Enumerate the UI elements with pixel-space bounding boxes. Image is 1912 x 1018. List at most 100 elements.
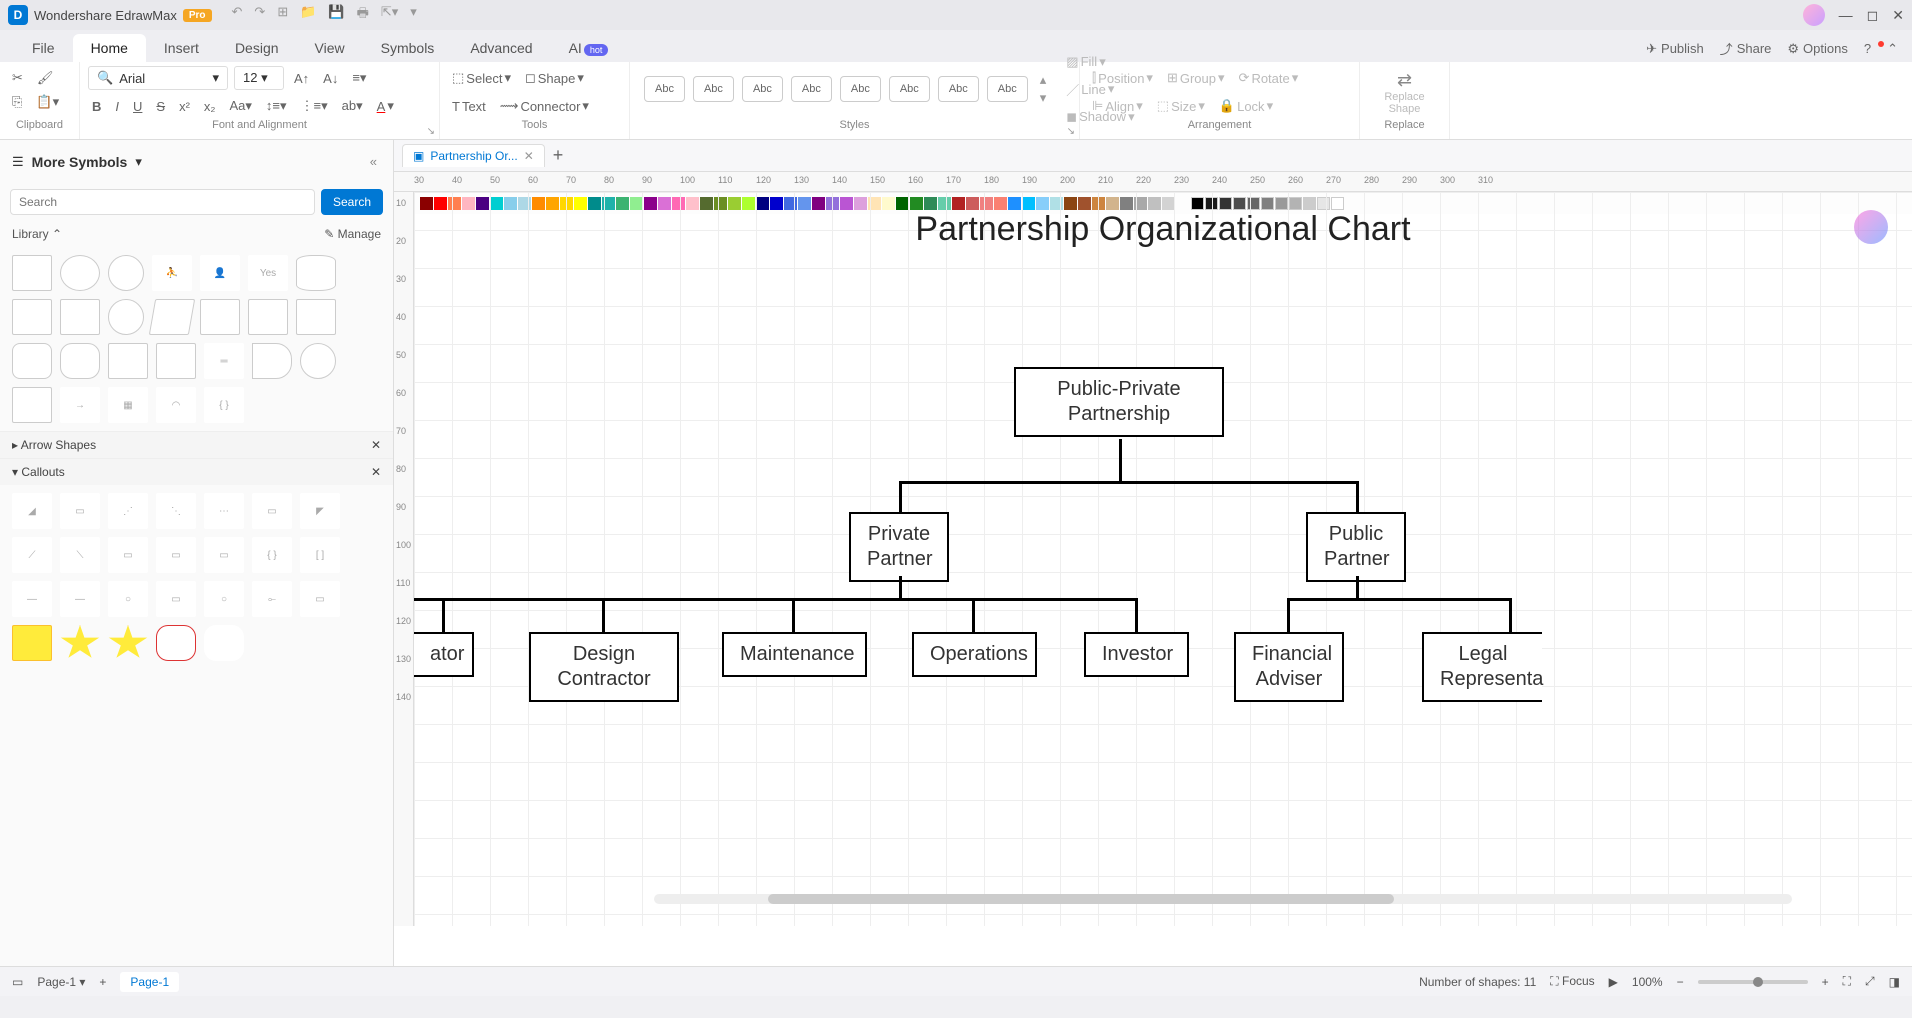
canvas[interactable]: Partnership Organizational Chart Public-… <box>414 192 1912 926</box>
replace-shape-button[interactable]: Replace Shape <box>1368 91 1441 115</box>
new-icon[interactable]: ⊞ <box>277 4 288 26</box>
callout-5[interactable]: ⋯ <box>204 493 244 529</box>
replace-shape-icon[interactable]: ⇄ <box>1368 70 1441 91</box>
cut-button[interactable]: ✂ <box>8 66 27 90</box>
underline-button[interactable]: U <box>129 95 146 118</box>
connector-tool[interactable]: ⟿ Connector ▾ <box>496 94 593 118</box>
superscript-button[interactable]: x² <box>175 95 194 118</box>
zoom-slider[interactable] <box>1698 980 1808 984</box>
shape-rounded2[interactable] <box>60 343 100 379</box>
zoom-out-button[interactable]: − <box>1677 975 1684 989</box>
maximize-button[interactable]: ◻ <box>1867 7 1879 24</box>
font-family-select[interactable]: 🔍 Arial▾ <box>88 66 228 90</box>
minimize-button[interactable]: — <box>1839 7 1853 23</box>
tab-symbols[interactable]: Symbols <box>363 34 453 62</box>
publish-button[interactable]: ✈ Publish <box>1646 41 1704 57</box>
bullets-button[interactable]: ⋮≡▾ <box>297 94 332 118</box>
shape-wave[interactable] <box>296 299 336 335</box>
arrow-shapes-section[interactable]: ▸ Arrow Shapes ✕ <box>0 431 393 458</box>
close-tab-icon[interactable]: ✕ <box>524 149 534 163</box>
tab-insert[interactable]: Insert <box>146 34 217 62</box>
style-preset-1[interactable]: Abc <box>644 76 685 102</box>
close-section-icon[interactable]: ✕ <box>371 438 381 452</box>
callout-16[interactable]: — <box>60 581 100 617</box>
callout-18[interactable]: ▭ <box>156 581 196 617</box>
bold-button[interactable]: B <box>88 95 105 118</box>
shape-display[interactable] <box>252 343 292 379</box>
panel-toggle-button[interactable]: ◨ <box>1889 975 1900 989</box>
shape-circle3[interactable] <box>300 343 336 379</box>
chart-title[interactable]: Partnership Organizational Chart <box>915 210 1410 249</box>
fit-page-button[interactable]: ⛶ <box>1843 974 1851 989</box>
collapse-sidebar-button[interactable]: « <box>366 150 381 173</box>
callout-14[interactable]: [ ] <box>300 537 340 573</box>
horizontal-scrollbar[interactable] <box>654 894 1792 904</box>
callout-burst2[interactable] <box>108 625 148 661</box>
undo-icon[interactable]: ↶ <box>232 4 243 26</box>
search-input[interactable] <box>10 189 315 215</box>
shape-header-rect[interactable] <box>60 299 100 335</box>
callout-19[interactable]: ○ <box>204 581 244 617</box>
size-button[interactable]: ⬚ Size▾ <box>1153 94 1209 118</box>
view-mode-icon[interactable]: ▭ <box>12 975 23 989</box>
org-investor[interactable]: Investor <box>1084 632 1189 677</box>
italic-button[interactable]: I <box>111 95 123 118</box>
shape-ellipse[interactable] <box>60 255 100 291</box>
tab-design[interactable]: Design <box>217 34 297 62</box>
page-tab[interactable]: Page-1 <box>120 972 179 992</box>
callout-sticky[interactable] <box>12 625 52 661</box>
select-tool[interactable]: ⬚ Select ▾ <box>448 66 515 90</box>
subscript-button[interactable]: x₂ <box>200 95 220 118</box>
line-spacing-button[interactable]: ↕≡▾ <box>262 94 291 118</box>
close-section-icon[interactable]: ✕ <box>371 465 381 479</box>
text-tool[interactable]: T Text <box>448 95 490 118</box>
org-public-partner[interactable]: Public Partner <box>1306 512 1406 582</box>
focus-button[interactable]: ⛶ Focus <box>1550 974 1594 989</box>
sidebar-dropdown-icon[interactable]: ▾ <box>135 154 142 170</box>
copy-button[interactable]: ⎘ <box>8 90 26 114</box>
org-root[interactable]: Public-Private Partnership <box>1014 367 1224 437</box>
rotate-button[interactable]: ⟳ Rotate▾ <box>1235 66 1303 90</box>
org-financial-adviser[interactable]: Financial Adviser <box>1234 632 1344 702</box>
callout-13[interactable]: { } <box>252 537 292 573</box>
style-scroll-up[interactable]: ▴ <box>1040 72 1047 88</box>
tab-file[interactable]: File <box>14 34 73 62</box>
align-button[interactable]: ≡▾ <box>348 66 370 90</box>
callout-6[interactable]: ▭ <box>252 493 292 529</box>
shape-link[interactable]: ═ <box>204 343 244 379</box>
shape-user[interactable]: 👤 <box>200 255 240 291</box>
callout-8[interactable]: ⟋ <box>12 537 52 573</box>
callout-17[interactable]: ○ <box>108 581 148 617</box>
style-preset-7[interactable]: Abc <box>938 76 979 102</box>
callout-11[interactable]: ▭ <box>156 537 196 573</box>
shape-rounded[interactable] <box>12 343 52 379</box>
shape-trapezoid[interactable] <box>108 343 148 379</box>
library-toggle[interactable]: Library ⌃ <box>12 227 62 241</box>
export-icon[interactable]: ⇱▾ <box>381 4 398 26</box>
shape-arc[interactable]: ◠ <box>156 387 196 423</box>
callout-4[interactable]: ⋱ <box>156 493 196 529</box>
paste-button[interactable]: 📋▾ <box>32 90 63 114</box>
callout-7[interactable]: ◤ <box>300 493 340 529</box>
style-preset-6[interactable]: Abc <box>889 76 930 102</box>
shape-trap[interactable] <box>200 299 240 335</box>
shape-circle2[interactable] <box>108 299 144 335</box>
case-button[interactable]: Aa▾ <box>225 94 255 118</box>
more-icon[interactable]: ▾ <box>410 4 417 26</box>
align-shapes-button[interactable]: ⊫ Align▾ <box>1088 94 1147 118</box>
callout-oval[interactable] <box>204 625 244 661</box>
document-tab[interactable]: ▣ Partnership Or... ✕ <box>402 144 545 167</box>
collapse-ribbon-button[interactable]: ⌃ <box>1887 41 1898 57</box>
font-size-select[interactable]: 12 ▾ <box>234 66 284 90</box>
styles-dialog-launcher[interactable]: ↘ <box>1067 126 1075 137</box>
shape-tool[interactable]: ◻ Shape ▾ <box>521 66 588 90</box>
style-preset-8[interactable]: Abc <box>987 76 1028 102</box>
tab-view[interactable]: View <box>297 34 363 62</box>
callouts-section[interactable]: ▾ Callouts ✕ <box>0 458 393 485</box>
manage-button[interactable]: ✎ Manage <box>324 227 381 241</box>
style-preset-4[interactable]: Abc <box>791 76 832 102</box>
callout-2[interactable]: ▭ <box>60 493 100 529</box>
tab-advanced[interactable]: Advanced <box>452 34 550 62</box>
group-button[interactable]: ⊞ Group▾ <box>1163 66 1229 90</box>
org-private-partner[interactable]: Private Partner <box>849 512 949 582</box>
